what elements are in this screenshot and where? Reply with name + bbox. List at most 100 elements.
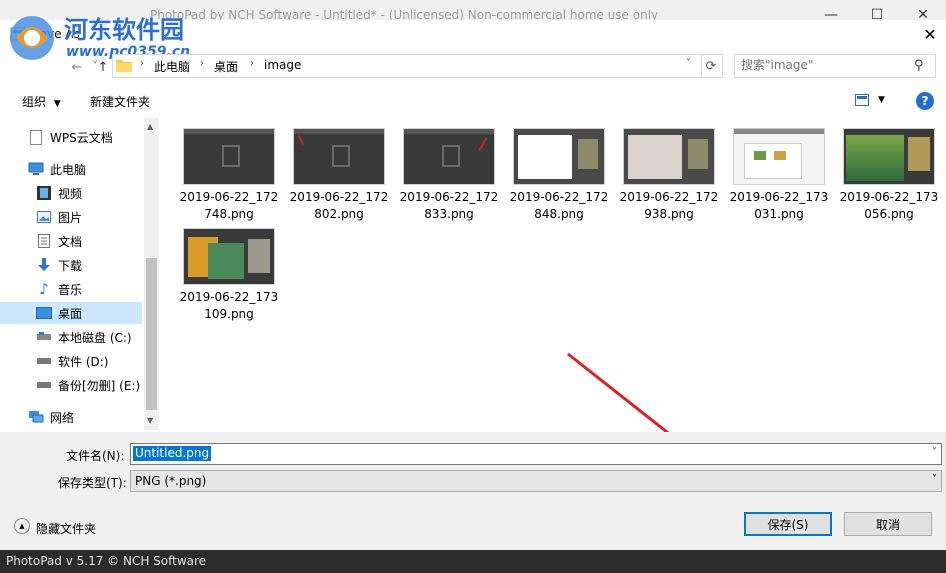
download-icon — [36, 257, 52, 273]
file-thumbnail — [513, 128, 605, 185]
file-item[interactable]: 2019-06-22_173 056.png — [837, 128, 941, 223]
sidebar-item-drive-d[interactable]: 软件 (D:) — [36, 350, 142, 372]
help-icon[interactable]: ? — [916, 92, 934, 110]
sidebar-item-label: WPS云文档 — [50, 130, 113, 145]
up-arrow-icon[interactable]: ↑ — [94, 58, 112, 76]
chevron-down-icon: ▼ — [53, 99, 61, 109]
scroll-up-icon[interactable]: ▲ — [147, 122, 153, 131]
sidebar-item-network[interactable]: 网络 — [28, 406, 142, 428]
sidebar-item-label: 文档 — [58, 234, 83, 249]
breadcrumb-image[interactable]: image — [264, 58, 301, 72]
search-icon[interactable]: ⚲ — [914, 58, 924, 73]
cancel-button[interactable]: 取消 — [844, 512, 932, 536]
desktop-icon — [36, 305, 52, 321]
file-name-line2: 802.png — [314, 207, 364, 221]
filename-field[interactable]: Untitled.png ˅ — [130, 443, 942, 465]
save-button[interactable]: 保存(S) — [744, 512, 832, 536]
scrollbar-thumb[interactable] — [146, 258, 157, 410]
organize-label: 组织 — [22, 95, 47, 109]
watermark-title: 河东软件园 — [64, 16, 184, 44]
new-folder-button[interactable]: 新建文件夹 — [90, 93, 150, 110]
sidebar-item-drive-c[interactable]: 本地磁盘 (C:) — [36, 326, 142, 348]
sidebar-item-downloads[interactable]: 下载 — [36, 254, 142, 276]
drive-icon — [36, 329, 52, 345]
file-item[interactable]: 2019-06-22_173 109.png — [177, 228, 281, 323]
file-name-line1: 2019-06-22_173 — [179, 290, 279, 304]
sidebar-item-label: 桌面 — [58, 306, 83, 321]
folder-icon — [116, 58, 132, 72]
file-item[interactable]: 2019-06-22_172 848.png — [507, 128, 611, 223]
file-name-line2: 748.png — [204, 207, 254, 221]
sidebar-item-label: 本地磁盘 (C:) — [58, 330, 132, 345]
navigation-pane: WPS云文档 此电脑 视频 图片 文档 下载 ♪ 音乐 桌面 本地磁盘 (C:)… — [0, 118, 160, 430]
file-item[interactable]: 2019-06-22_172 802.png — [287, 128, 391, 223]
dialog-app-icon — [10, 26, 26, 42]
file-name-line2: 938.png — [644, 207, 694, 221]
file-name-line1: 2019-06-22_172 — [619, 190, 719, 204]
file-item[interactable]: 2019-06-22_172 748.png — [177, 128, 281, 223]
filename-label: 文件名(N): — [66, 449, 125, 463]
sidebar-item-documents[interactable]: 文档 — [36, 230, 142, 252]
sidebar-item-label: 网络 — [50, 410, 75, 425]
file-name-line1: 2019-06-22_172 — [509, 190, 609, 204]
file-name-line2: 056.png — [864, 207, 914, 221]
video-icon — [36, 185, 52, 201]
sidebar-item-label: 音乐 — [58, 282, 83, 297]
file-thumbnail — [843, 128, 935, 185]
sidebar-item-wps[interactable]: WPS云文档 — [28, 126, 142, 148]
drive-icon — [36, 353, 52, 369]
filetype-select[interactable]: PNG (*.png) ˅ — [130, 470, 942, 492]
search-box[interactable] — [734, 54, 936, 78]
drive-icon — [36, 377, 52, 393]
close-icon[interactable]: ✕ — [918, 24, 942, 44]
documents-icon — [36, 233, 52, 249]
back-arrow-icon[interactable]: ← — [68, 58, 86, 76]
filename-value: Untitled.png — [133, 446, 212, 461]
sidebar-item-desktop[interactable]: 桌面 — [0, 302, 142, 324]
sidebar-item-drive-e[interactable]: 备份[勿删] (E:) — [36, 374, 142, 396]
organize-button[interactable]: 组织 ▼ — [22, 93, 61, 110]
filetype-value: PNG (*.png) — [135, 474, 207, 488]
scroll-down-icon[interactable]: ▼ — [147, 416, 153, 425]
breadcrumb-this-pc[interactable]: 此电脑 — [154, 58, 190, 75]
refresh-icon[interactable]: ⟳ — [700, 54, 723, 78]
sidebar-item-label: 下载 — [58, 258, 83, 273]
chevron-down-icon[interactable]: ˅ — [932, 474, 937, 485]
sidebar-item-videos[interactable]: 视频 — [36, 182, 142, 204]
file-thumbnail — [623, 128, 715, 185]
sidebar-item-label: 软件 (D:) — [58, 354, 109, 369]
file-thumbnail — [403, 128, 495, 185]
address-dropdown-icon[interactable]: ˅ — [686, 58, 691, 69]
file-name-line1: 2019-06-22_172 — [399, 190, 499, 204]
file-thumbnail — [183, 128, 275, 185]
network-icon — [28, 409, 44, 425]
sidebar-item-pictures[interactable]: 图片 — [36, 206, 142, 228]
sidebar-item-this-pc[interactable]: 此电脑 — [28, 158, 142, 180]
breadcrumb-separator-icon: › — [200, 58, 204, 69]
view-dropdown-icon[interactable]: ▼ — [878, 95, 885, 105]
music-icon: ♪ — [39, 280, 49, 298]
file-item[interactable]: 2019-06-22_172 833.png — [397, 128, 501, 223]
file-name-line1: 2019-06-22_172 — [289, 190, 389, 204]
file-name-line2: 848.png — [534, 207, 584, 221]
sidebar-item-label: 视频 — [58, 186, 83, 201]
breadcrumb-desktop[interactable]: 桌面 — [214, 58, 238, 75]
file-name-line2: 031.png — [754, 207, 804, 221]
hide-folders-link[interactable]: 隐藏文件夹 — [36, 520, 96, 537]
filetype-label: 保存类型(T): — [58, 476, 127, 490]
view-options-icon[interactable] — [855, 94, 869, 106]
chevron-up-icon[interactable]: ▲ — [14, 518, 30, 534]
document-icon — [28, 129, 44, 145]
file-name-line2: 833.png — [424, 207, 474, 221]
sidebar-item-music[interactable]: ♪ 音乐 — [36, 278, 142, 300]
breadcrumb-separator-icon: › — [250, 58, 254, 69]
file-item[interactable]: 2019-06-22_172 938.png — [617, 128, 721, 223]
file-item[interactable]: 2019-06-22_173 031.png — [727, 128, 831, 223]
chevron-down-icon[interactable]: ˅ — [932, 447, 937, 458]
file-name-line1: 2019-06-22_173 — [839, 190, 939, 204]
file-thumbnail — [733, 128, 825, 185]
file-name-line1: 2019-06-22_173 — [729, 190, 829, 204]
file-name-line1: 2019-06-22_172 — [179, 190, 279, 204]
search-input[interactable] — [741, 58, 911, 72]
status-text: PhotoPad v 5.17 © NCH Software — [6, 554, 207, 568]
